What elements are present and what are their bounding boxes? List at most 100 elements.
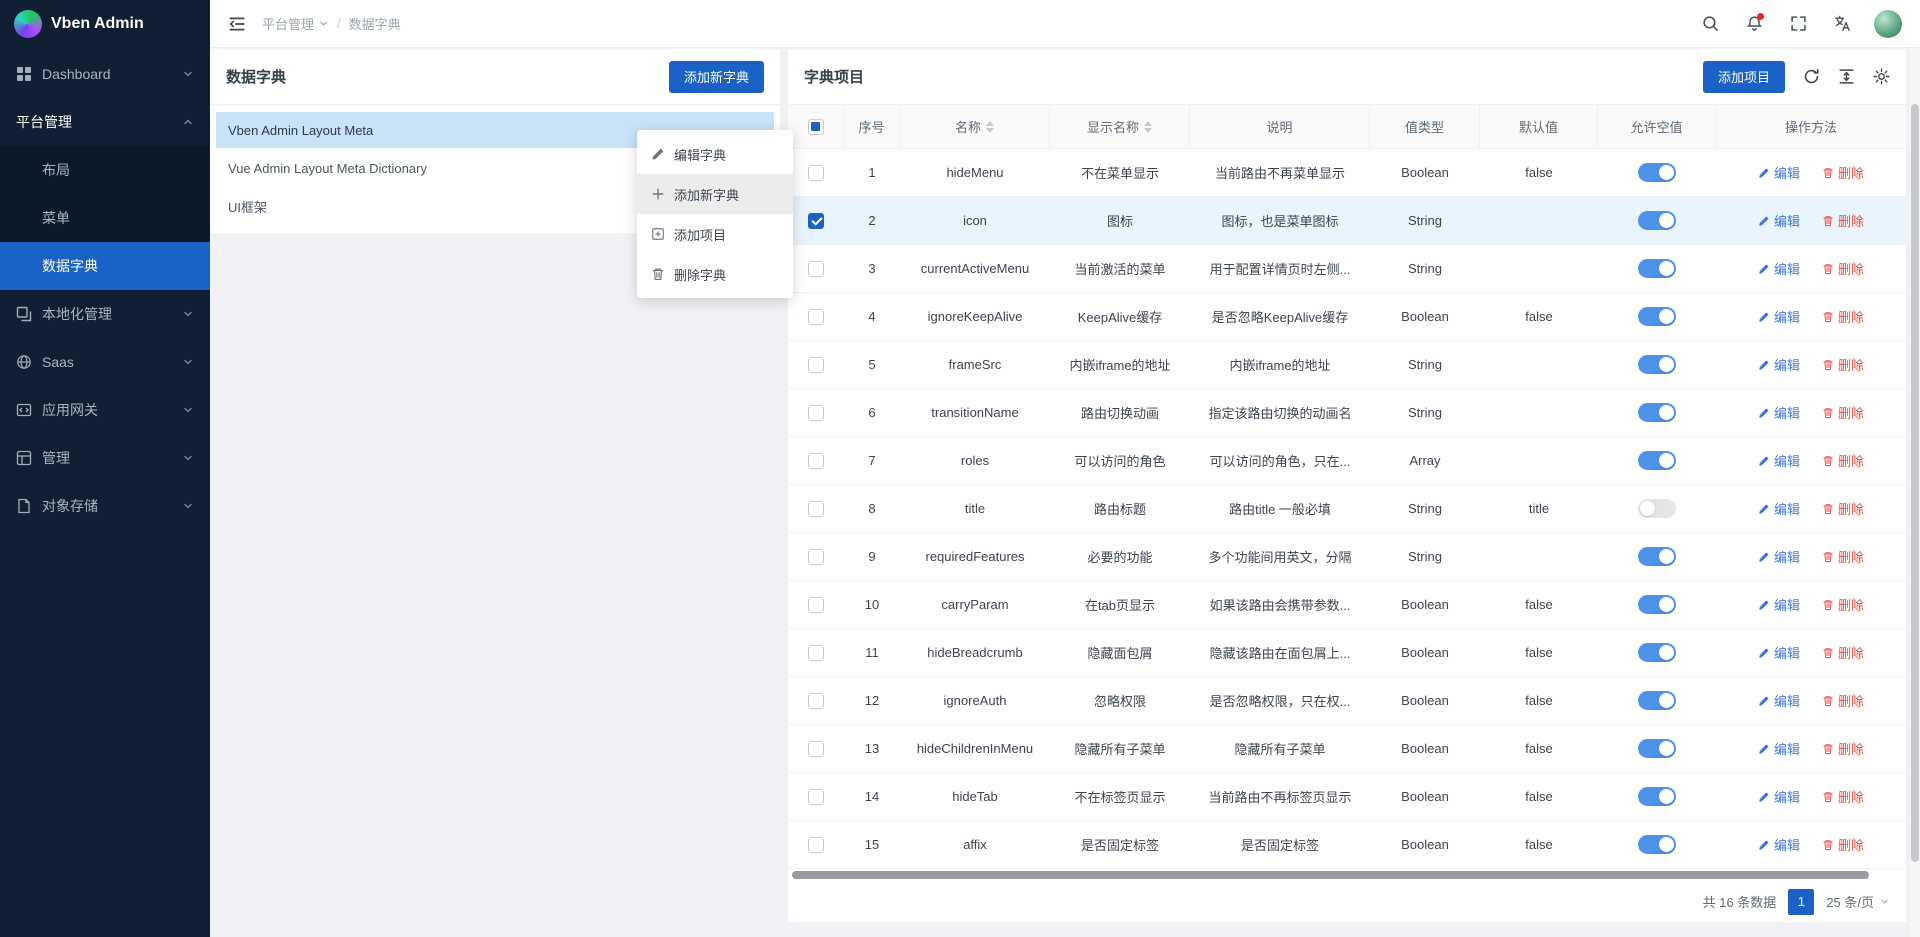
add-dict-button[interactable]: 添加新字典: [669, 61, 764, 93]
vertical-scrollbar-thumb[interactable]: [1911, 104, 1919, 862]
sidebar-subitem[interactable]: 菜单: [0, 194, 210, 242]
edit-link[interactable]: 编辑: [1758, 403, 1800, 422]
sidebar-item[interactable]: Saas: [0, 338, 210, 386]
allow-null-toggle[interactable]: [1638, 787, 1676, 806]
column-header[interactable]: 名称: [900, 105, 1050, 148]
allow-null-toggle[interactable]: [1638, 739, 1676, 758]
edit-link[interactable]: 编辑: [1758, 259, 1800, 278]
row-checkbox[interactable]: [808, 597, 824, 613]
edit-link[interactable]: 编辑: [1758, 355, 1800, 374]
edit-link[interactable]: 编辑: [1758, 739, 1800, 758]
delete-link[interactable]: 删除: [1822, 595, 1864, 614]
row-checkbox[interactable]: [808, 453, 824, 469]
delete-link[interactable]: 删除: [1822, 403, 1864, 422]
allow-null-toggle[interactable]: [1638, 499, 1676, 518]
sidebar-item[interactable]: 应用网关: [0, 386, 210, 434]
delete-link[interactable]: 删除: [1822, 787, 1864, 806]
row-checkbox[interactable]: [808, 501, 824, 517]
allow-null-toggle[interactable]: [1638, 835, 1676, 854]
context-menu-item[interactable]: 添加新字典: [637, 174, 793, 214]
sidebar-item[interactable]: Dashboard: [0, 50, 210, 98]
sidebar-subitem[interactable]: 布局: [0, 146, 210, 194]
allow-null-toggle[interactable]: [1638, 451, 1676, 470]
edit-link[interactable]: 编辑: [1758, 211, 1800, 230]
delete-link[interactable]: 删除: [1822, 835, 1864, 854]
sort-carets-icon[interactable]: [1144, 121, 1152, 133]
horizontal-scrollbar-thumb[interactable]: [792, 871, 1869, 879]
context-menu-item[interactable]: 删除字典: [637, 254, 793, 294]
allow-null-toggle[interactable]: [1638, 355, 1676, 374]
breadcrumb-parent[interactable]: 平台管理: [262, 14, 329, 33]
row-checkbox[interactable]: [808, 213, 824, 229]
delete-link[interactable]: 删除: [1822, 163, 1864, 182]
row-checkbox[interactable]: [808, 261, 824, 277]
menu-fold-icon[interactable]: [228, 15, 246, 33]
notification-badge: [1757, 13, 1764, 20]
delete-link[interactable]: 删除: [1822, 307, 1864, 326]
delete-link[interactable]: 删除: [1822, 211, 1864, 230]
allow-null-toggle[interactable]: [1638, 259, 1676, 278]
allow-null-toggle[interactable]: [1638, 643, 1676, 662]
pagination-page-button[interactable]: 1: [1788, 889, 1814, 915]
delete-link[interactable]: 删除: [1822, 499, 1864, 518]
edit-link[interactable]: 编辑: [1758, 787, 1800, 806]
sidebar-item[interactable]: 对象存储: [0, 482, 210, 530]
edit-link[interactable]: 编辑: [1758, 835, 1800, 854]
row-checkbox[interactable]: [808, 837, 824, 853]
edit-link[interactable]: 编辑: [1758, 643, 1800, 662]
row-checkbox[interactable]: [808, 645, 824, 661]
vertical-scrollbar[interactable]: [1908, 48, 1920, 937]
avatar[interactable]: [1874, 10, 1902, 38]
row-checkbox[interactable]: [808, 693, 824, 709]
allow-null-toggle[interactable]: [1638, 547, 1676, 566]
search-icon[interactable]: [1692, 6, 1728, 42]
row-checkbox[interactable]: [808, 741, 824, 757]
allow-null-toggle[interactable]: [1638, 403, 1676, 422]
sidebar-item[interactable]: 管理: [0, 434, 210, 482]
edit-link[interactable]: 编辑: [1758, 451, 1800, 470]
delete-link[interactable]: 删除: [1822, 355, 1864, 374]
app-logo[interactable]: Vben Admin: [0, 0, 210, 48]
translate-icon[interactable]: [1824, 6, 1860, 42]
delete-link[interactable]: 删除: [1822, 547, 1864, 566]
allow-null-toggle[interactable]: [1638, 595, 1676, 614]
select-all-checkbox[interactable]: [808, 119, 824, 135]
row-checkbox[interactable]: [808, 165, 824, 181]
row-height-icon[interactable]: [1838, 68, 1855, 85]
row-checkbox[interactable]: [808, 309, 824, 325]
settings-icon[interactable]: [1873, 68, 1890, 85]
edit-link[interactable]: 编辑: [1758, 499, 1800, 518]
allow-null-toggle[interactable]: [1638, 163, 1676, 182]
fullscreen-icon[interactable]: [1780, 6, 1816, 42]
row-checkbox[interactable]: [808, 549, 824, 565]
sidebar-item[interactable]: 平台管理: [0, 98, 210, 146]
edit-link[interactable]: 编辑: [1758, 691, 1800, 710]
allow-null-toggle[interactable]: [1638, 211, 1676, 230]
delete-link[interactable]: 删除: [1822, 691, 1864, 710]
sidebar-subitem[interactable]: 数据字典: [0, 242, 210, 290]
sort-carets-icon[interactable]: [986, 121, 994, 133]
context-menu-item[interactable]: 添加项目: [637, 214, 793, 254]
delete-link[interactable]: 删除: [1822, 259, 1864, 278]
column-header[interactable]: 显示名称: [1050, 105, 1190, 148]
page-size-select[interactable]: 25 条/页: [1826, 892, 1890, 911]
delete-link[interactable]: 删除: [1822, 739, 1864, 758]
context-menu-item[interactable]: 编辑字典: [637, 134, 793, 174]
row-index: 4: [844, 293, 900, 340]
row-checkbox[interactable]: [808, 789, 824, 805]
add-item-button[interactable]: 添加项目: [1703, 61, 1785, 93]
edit-link[interactable]: 编辑: [1758, 547, 1800, 566]
edit-link[interactable]: 编辑: [1758, 595, 1800, 614]
allow-null-toggle[interactable]: [1638, 691, 1676, 710]
refresh-icon[interactable]: [1803, 68, 1820, 85]
row-checkbox[interactable]: [808, 405, 824, 421]
sidebar-item[interactable]: 本地化管理: [0, 290, 210, 338]
delete-link[interactable]: 删除: [1822, 643, 1864, 662]
edit-link[interactable]: 编辑: [1758, 307, 1800, 326]
allow-null-toggle[interactable]: [1638, 307, 1676, 326]
delete-link[interactable]: 删除: [1822, 451, 1864, 470]
bell-icon[interactable]: [1736, 6, 1772, 42]
row-checkbox[interactable]: [808, 357, 824, 373]
edit-link[interactable]: 编辑: [1758, 163, 1800, 182]
horizontal-scrollbar[interactable]: [792, 870, 1902, 880]
